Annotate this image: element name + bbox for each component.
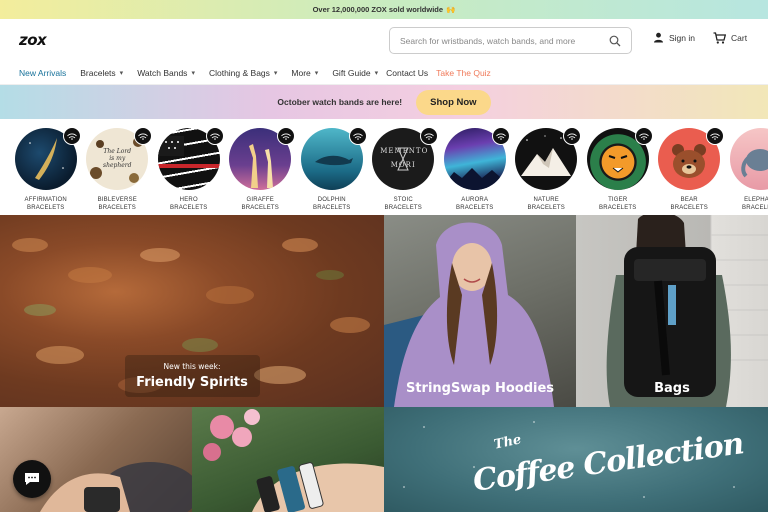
- search-icon[interactable]: [609, 35, 621, 47]
- bags-tile[interactable]: Bags: [576, 215, 768, 407]
- category-nature[interactable]: NATURE BRACELETS: [511, 119, 583, 215]
- nfc-badge-icon: [277, 127, 296, 145]
- search-bar[interactable]: [389, 27, 632, 54]
- nav-watch-bands[interactable]: Watch Bands ▾: [137, 68, 195, 78]
- category-label: NATURE: [533, 197, 559, 203]
- chevron-down-icon: ▾: [119, 69, 124, 77]
- clapping-hands-icon: 🙌: [446, 5, 456, 14]
- cart-link[interactable]: Cart: [713, 32, 747, 44]
- signin-link[interactable]: Sign in: [653, 32, 695, 43]
- category-label: BRACELETS: [599, 205, 637, 211]
- tile-title: Bags: [654, 381, 690, 396]
- category-label: DOLPHIN: [317, 197, 346, 203]
- category-label: BRACELETS: [527, 205, 565, 211]
- category-elephant[interactable]: ELEPHANT BRACELETS: [725, 119, 768, 215]
- category-hero[interactable]: HERO BRACELETS: [153, 119, 225, 215]
- search-input[interactable]: [400, 35, 609, 46]
- nfc-badge-icon: [706, 127, 725, 145]
- nfc-badge-icon: [491, 127, 510, 145]
- cart-icon: [713, 32, 726, 44]
- nav-contact-us[interactable]: Contact Us: [386, 68, 428, 78]
- category-bear[interactable]: BEAR BRACELETS: [654, 119, 726, 215]
- category-label: TIGER: [608, 197, 628, 203]
- chevron-down-icon: ▾: [314, 69, 319, 77]
- category-label: AURORA: [461, 197, 489, 203]
- category-label: BRACELETS: [456, 205, 494, 211]
- nav-label: Watch Bands: [137, 67, 188, 78]
- category-label: BRACELETS: [313, 205, 351, 211]
- category-label: BRACELETS: [384, 205, 422, 211]
- nfc-badge-icon: [62, 127, 81, 145]
- site-header: zox Sign in Cart: [0, 19, 768, 61]
- chat-button[interactable]: [13, 460, 51, 498]
- category-label: GIRAFFE: [246, 197, 274, 203]
- user-icon: [654, 32, 663, 43]
- nav-label: Gift Guide: [332, 67, 371, 78]
- nav-take-quiz[interactable]: Take The Quiz: [436, 68, 491, 78]
- nfc-badge-icon: [563, 127, 582, 145]
- category-label: ELEPHANT: [744, 197, 768, 203]
- category-label: BRACELETS: [241, 205, 279, 211]
- shop-now-button[interactable]: Shop Now: [416, 89, 491, 115]
- nav-gift-guide[interactable]: Gift Guide ▾: [332, 68, 378, 78]
- category-label: BEAR: [680, 197, 698, 203]
- category-aurora[interactable]: AURORA BRACELETS: [439, 119, 511, 215]
- nav-more[interactable]: More ▾: [291, 68, 318, 78]
- nav-label: New Arrivals: [19, 67, 67, 78]
- category-label: AFFIRMATION: [24, 197, 67, 203]
- zox-logo[interactable]: zox: [19, 31, 47, 49]
- category-dolphin[interactable]: DOLPHIN BRACELETS: [296, 119, 368, 215]
- category-label: BRACELETS: [742, 205, 768, 211]
- tile-title: StringSwap Hoodies: [405, 381, 555, 396]
- nav-label: Bracelets: [80, 67, 116, 78]
- nfc-badge-icon: [134, 127, 153, 145]
- announcement-bar: Over 12,000,000 ZOX sold worldwide 🙌: [0, 0, 768, 19]
- nfc-badge-icon: [420, 127, 439, 145]
- promo-text: October watch bands are here!: [277, 97, 403, 107]
- friendly-spirits-tile[interactable]: New this week: Friendly Spirits: [0, 215, 384, 407]
- main-nav: New Arrivals Bracelets ▾ Watch Bands ▾ Clo…: [0, 61, 768, 85]
- nav-label: Take The Quiz: [436, 67, 491, 78]
- category-image: [729, 128, 768, 190]
- category-carousel: AFFIRMATION BRACELETS The Lord is my shep…: [0, 119, 768, 215]
- category-label: BRACELETS: [27, 205, 65, 211]
- bracelets-photo-tile[interactable]: [192, 407, 384, 512]
- category-label: HERO: [179, 197, 198, 203]
- cart-label: Cart: [731, 33, 748, 43]
- category-tiger[interactable]: TIGER BRACELETS: [582, 119, 654, 215]
- category-label: BRACELETS: [670, 205, 708, 211]
- category-stoic[interactable]: MEMENTO MORI STOIC BRACELETS: [368, 119, 440, 215]
- tile-subtitle: New this week:: [163, 362, 221, 371]
- nav-label: Contact Us: [386, 67, 429, 78]
- nfc-badge-icon: [205, 127, 224, 145]
- nav-bracelets[interactable]: Bracelets ▾: [80, 68, 123, 78]
- announcement-text: Over 12,000,000 ZOX sold worldwide: [312, 5, 444, 14]
- category-label: STOIC: [393, 197, 413, 203]
- category-giraffe[interactable]: GIRAFFE BRACELETS: [225, 119, 297, 215]
- category-label: BRACELETS: [98, 205, 136, 211]
- category-bibleverse[interactable]: The Lord is my shepherd BIBLEVERSE BRACEL…: [82, 119, 154, 215]
- tile-title: Friendly Spirits: [136, 375, 248, 390]
- category-art-text: The Lord is my shepherd: [103, 148, 132, 169]
- feature-grid: New this week: Friendly Spirits StringSw…: [0, 215, 768, 512]
- nav-clothing-bags[interactable]: Clothing & Bags ▾: [209, 68, 277, 78]
- chevron-down-icon: ▾: [374, 69, 379, 77]
- category-label: BRACELETS: [170, 205, 208, 211]
- nav-label: More: [291, 67, 311, 78]
- chevron-down-icon: ▾: [273, 69, 278, 77]
- category-label: BIBLEVERSE: [97, 197, 137, 203]
- stringswap-hoodies-tile[interactable]: StringSwap Hoodies: [384, 215, 576, 407]
- signin-label: Sign in: [669, 32, 695, 43]
- coffee-collection-tile[interactable]: The Coffee Collection: [384, 407, 768, 512]
- nfc-badge-icon: [348, 127, 367, 145]
- promo-banner: October watch bands are here! Shop Now: [0, 85, 768, 119]
- chat-icon: [25, 473, 39, 485]
- nav-label: Clothing & Bags: [208, 67, 270, 78]
- nfc-badge-icon: [634, 127, 653, 145]
- nav-new-arrivals[interactable]: New Arrivals: [19, 68, 66, 78]
- chevron-down-icon: ▾: [191, 69, 195, 77]
- category-affirmation[interactable]: AFFIRMATION BRACELETS: [10, 119, 82, 215]
